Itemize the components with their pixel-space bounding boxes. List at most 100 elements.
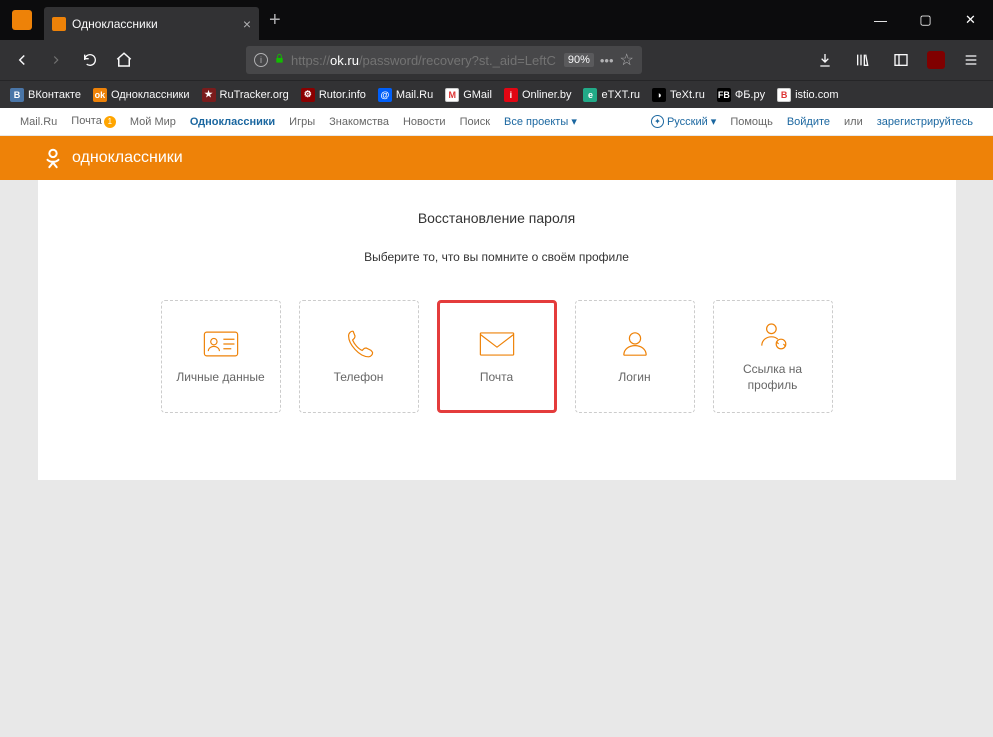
ok-logo[interactable]: одноклассники: [42, 147, 183, 169]
bookmark-favicon: @: [378, 88, 392, 102]
reload-button[interactable]: [78, 48, 102, 72]
browser-toolbar: i https://ok.ru/password/recovery?st._ai…: [0, 40, 993, 80]
or-text: или: [844, 116, 863, 128]
bookmark-star-icon[interactable]: ☆: [620, 50, 634, 70]
option-label: Личные данные: [176, 370, 264, 386]
bookmark-item[interactable]: ok Одноклассники: [93, 88, 190, 102]
portal-link[interactable]: Новости: [403, 116, 446, 128]
bookmark-favicon: B: [777, 88, 791, 102]
download-icon[interactable]: [813, 48, 837, 72]
page-action-icon[interactable]: •••: [600, 53, 614, 68]
user-icon: [616, 328, 654, 360]
portal-link[interactable]: Mail.Ru: [20, 116, 57, 128]
window-controls: — ▢ ✕: [858, 0, 993, 40]
ok-header: одноклассники: [0, 136, 993, 180]
option-personal[interactable]: Личные данные: [161, 300, 281, 413]
bookmark-label: ВКонтакте: [28, 89, 81, 101]
language-selector[interactable]: ✦Русский ▾: [651, 115, 716, 128]
bookmark-label: GMail: [463, 89, 492, 101]
bookmark-label: Onliner.by: [522, 89, 572, 101]
recovery-options: Личные данные Телефон Почта Логин Ссылка…: [88, 300, 906, 413]
new-tab-button[interactable]: +: [269, 9, 281, 32]
bookmark-favicon: ◑: [652, 88, 666, 102]
card-subtitle: Выберите то, что вы помните о своём проф…: [88, 250, 906, 264]
close-window-button[interactable]: ✕: [948, 0, 993, 40]
id-card-icon: [202, 328, 240, 360]
option-email[interactable]: Почта: [437, 300, 557, 413]
minimize-button[interactable]: —: [858, 0, 903, 40]
globe-icon: ✦: [651, 115, 664, 128]
site-info-icon[interactable]: i: [254, 53, 268, 67]
option-profile-link[interactable]: Ссылка на профиль: [713, 300, 833, 413]
tab-title: Одноклассники: [72, 17, 237, 31]
tab-favicon: [52, 17, 66, 31]
option-label: Почта: [480, 370, 513, 386]
bookmark-favicon: i: [504, 88, 518, 102]
portal-link[interactable]: Почта1: [71, 115, 116, 128]
bookmark-item[interactable]: e eTXT.ru: [583, 88, 640, 102]
portal-nav: Mail.Ru Почта1 Мой Мир Одноклассники Игр…: [0, 108, 993, 136]
bookmark-item[interactable]: Bistio.com: [777, 88, 838, 102]
library-icon[interactable]: [851, 48, 875, 72]
bookmark-item[interactable]: ★RuTracker.org: [202, 88, 289, 102]
bookmark-label: Одноклассники: [111, 89, 190, 101]
bookmark-label: ФБ.py: [735, 89, 765, 101]
bookmark-label: eTXT.ru: [601, 89, 640, 101]
url-text: https://ok.ru/password/recovery?st._aid=…: [291, 53, 556, 68]
bookmark-favicon: B: [10, 88, 24, 102]
bookmark-label: Mail.Ru: [396, 89, 433, 101]
bookmarks-bar: B ВКонтакте ok Одноклассники ★RuTracker.org ⚙…: [0, 80, 993, 108]
chevron-down-icon: ▾: [711, 115, 717, 128]
url-bar[interactable]: i https://ok.ru/password/recovery?st._ai…: [246, 46, 642, 74]
option-label: Телефон: [334, 370, 384, 386]
bookmark-item[interactable]: M GMail: [445, 88, 492, 102]
portal-link[interactable]: Игры: [289, 116, 315, 128]
bookmark-item[interactable]: i Onliner.by: [504, 88, 572, 102]
firefox-icon: [12, 10, 32, 30]
option-phone[interactable]: Телефон: [299, 300, 419, 413]
bookmark-favicon: M: [445, 88, 459, 102]
portal-link[interactable]: Поиск: [460, 116, 490, 128]
bookmark-favicon: FB: [717, 88, 731, 102]
zoom-level[interactable]: 90%: [564, 53, 594, 67]
help-link[interactable]: Помощь: [730, 116, 773, 128]
window-titlebar: Одноклассники × + — ▢ ✕: [0, 0, 993, 40]
recovery-card: Восстановление пароля Выберите то, что в…: [38, 180, 956, 480]
ublock-icon[interactable]: [927, 51, 945, 69]
card-title: Восстановление пароля: [88, 210, 906, 226]
option-login[interactable]: Логин: [575, 300, 695, 413]
notif-badge: 1: [104, 116, 116, 128]
bookmark-favicon: e: [583, 88, 597, 102]
register-link[interactable]: зарегистрируйтесь: [877, 116, 973, 128]
option-label: Логин: [618, 370, 650, 386]
bookmark-favicon: ⚙: [301, 88, 315, 102]
bookmark-item[interactable]: FB ФБ.py: [717, 88, 765, 102]
bookmark-item[interactable]: ◑ TeXt.ru: [652, 88, 705, 102]
login-link[interactable]: Войдите: [787, 116, 830, 128]
bookmark-favicon: ok: [93, 88, 107, 102]
envelope-icon: [478, 328, 516, 360]
home-button[interactable]: [112, 48, 136, 72]
forward-button[interactable]: [44, 48, 68, 72]
close-tab-icon[interactable]: ×: [243, 16, 251, 32]
back-button[interactable]: [10, 48, 34, 72]
ok-logo-icon: [42, 147, 64, 169]
portal-link[interactable]: Мой Мир: [130, 116, 176, 128]
sidebar-icon[interactable]: [889, 48, 913, 72]
user-link-icon: [754, 320, 792, 352]
bookmark-item[interactable]: @ Mail.Ru: [378, 88, 433, 102]
bookmark-item[interactable]: ⚙Rutor.info: [301, 88, 366, 102]
portal-link-projects[interactable]: Все проекты ▾: [504, 115, 577, 128]
browser-tab[interactable]: Одноклассники ×: [44, 7, 259, 40]
ok-brand-text: одноклассники: [72, 149, 183, 167]
portal-link[interactable]: Знакомства: [329, 116, 389, 128]
option-label: Ссылка на профиль: [722, 362, 824, 393]
bookmark-label: TeXt.ru: [670, 89, 705, 101]
maximize-button[interactable]: ▢: [903, 0, 948, 40]
page-viewport: Mail.Ru Почта1 Мой Мир Одноклассники Игр…: [0, 108, 993, 737]
chevron-down-icon: ▾: [571, 116, 577, 128]
app-menu-icon[interactable]: [959, 48, 983, 72]
bookmark-item[interactable]: B ВКонтакте: [10, 88, 81, 102]
phone-icon: [340, 328, 378, 360]
portal-link-active[interactable]: Одноклассники: [190, 116, 275, 128]
